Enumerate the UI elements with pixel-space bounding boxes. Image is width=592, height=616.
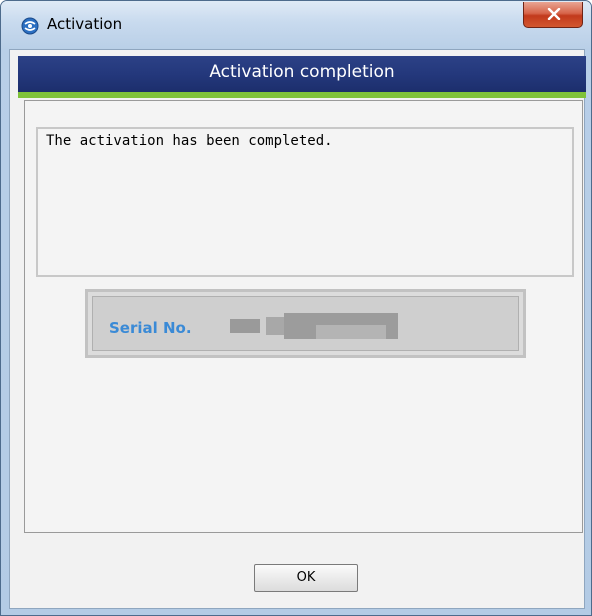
message-box: The activation has been completed.: [36, 127, 574, 277]
ok-button[interactable]: OK: [254, 564, 358, 592]
close-icon: [547, 8, 561, 20]
header-band: Activation completion: [18, 56, 586, 98]
serial-number-inner: Serial No.: [92, 296, 519, 351]
window-title: Activation: [47, 15, 123, 33]
completion-message: The activation has been completed.: [46, 133, 333, 149]
redaction-block: [316, 325, 386, 339]
serial-number-panel: Serial No.: [85, 289, 526, 358]
close-button[interactable]: [523, 2, 583, 28]
activation-globe-icon: [21, 17, 39, 35]
redaction-block: [230, 319, 260, 333]
page-title: Activation completion: [209, 62, 395, 82]
redaction-block: [266, 317, 284, 335]
serial-number-label: Serial No.: [109, 319, 192, 337]
serial-number-value-redacted: [228, 309, 403, 343]
title-bar[interactable]: Activation: [1, 1, 591, 49]
